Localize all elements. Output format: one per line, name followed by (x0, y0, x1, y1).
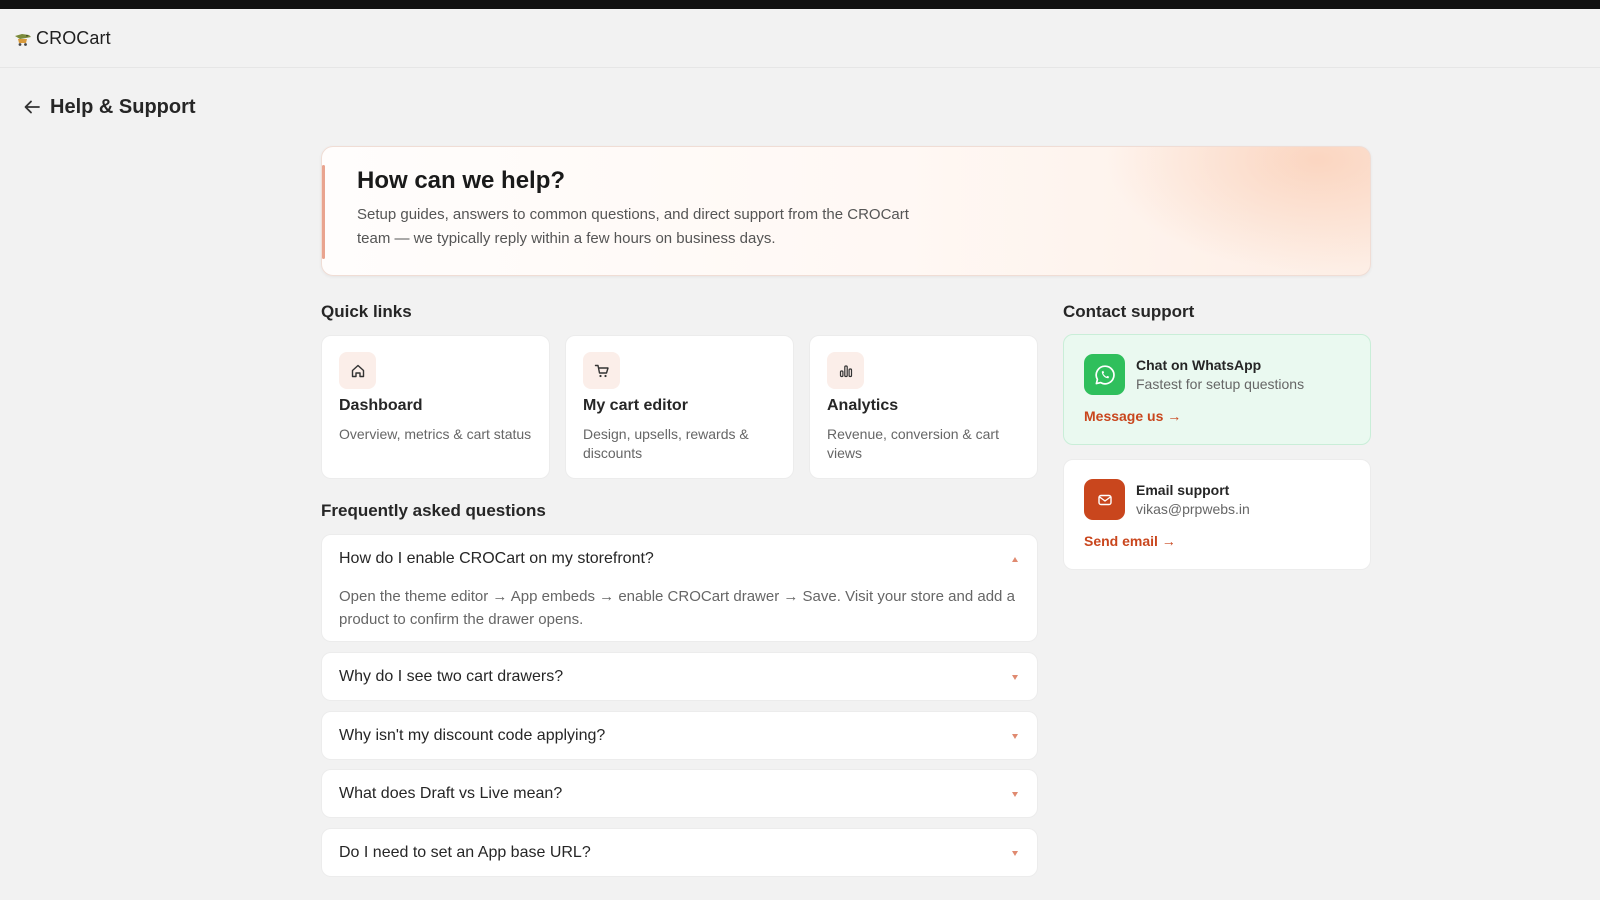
quick-links-heading: Quick links (321, 302, 412, 321)
hero-accent-bar (322, 165, 325, 259)
quick-link-description: Design, upsells, rewards & discounts (583, 426, 749, 461)
email-title: Email support (1136, 482, 1230, 498)
mail-icon (1084, 479, 1125, 520)
faq-question[interactable]: Do I need to set an App base URL? (339, 844, 591, 862)
email-address: vikas@prpwebs.in (1136, 501, 1250, 517)
quick-link-dashboard[interactable]: Dashboard Overview, metrics & cart statu… (321, 335, 550, 479)
faq-answer: Open the theme editor → App embeds → ena… (339, 588, 1015, 628)
send-email-link[interactable]: Send email → (1084, 533, 1176, 549)
hero-title: How can we help? (357, 167, 566, 194)
app-name: CROCart (36, 27, 111, 48)
help-hero-banner: How can we help? Setup guides, answers t… (321, 146, 1371, 276)
faq-item-draft-vs-live[interactable]: What does Draft vs Live mean? (321, 769, 1038, 818)
whatsapp-title: Chat on WhatsApp (1136, 357, 1262, 373)
quick-link-description: Revenue, conversion & cart views (827, 426, 999, 461)
bar-chart-icon (827, 352, 864, 389)
arrow-left-icon (24, 100, 40, 114)
faq-item-two-drawers[interactable]: Why do I see two cart drawers? (321, 652, 1038, 701)
faq-item-app-base-url[interactable]: Do I need to set an App base URL? (321, 828, 1038, 877)
quick-link-cart-editor[interactable]: My cart editor Design, upsells, rewards … (565, 335, 794, 479)
whatsapp-icon (1084, 354, 1125, 395)
chevron-down-icon[interactable] (1010, 789, 1020, 799)
window-top-strip (0, 0, 1600, 9)
faq-question[interactable]: How do I enable CROCart on my storefront… (339, 550, 654, 568)
faq-heading: Frequently asked questions (321, 501, 546, 520)
message-us-link[interactable]: Message us → (1084, 408, 1181, 424)
email-support-card: Email support vikas@prpwebs.in Send emai… (1063, 459, 1371, 570)
hero-description: Setup guides, answers to common question… (357, 206, 909, 247)
back-button[interactable] (22, 95, 42, 119)
chevron-down-icon[interactable] (1010, 731, 1020, 741)
cart-icon (583, 352, 620, 389)
home-icon (339, 352, 376, 389)
quick-link-description: Overview, metrics & cart status (339, 426, 532, 442)
faq-question[interactable]: Why do I see two cart drawers? (339, 668, 563, 686)
faq-item-enable-crocart[interactable]: How do I enable CROCart on my storefront… (321, 534, 1038, 642)
app-header: CROCart (0, 9, 1600, 68)
page-header: Help & Support (22, 90, 196, 124)
quick-link-title: My cart editor (583, 397, 688, 414)
quick-link-title: Analytics (827, 397, 899, 414)
page-title: Help & Support (50, 95, 196, 118)
contact-support-heading: Contact support (1063, 302, 1195, 321)
faq-item-discount-code[interactable]: Why isn't my discount code applying? (321, 711, 1038, 760)
chevron-down-icon[interactable] (1010, 848, 1020, 858)
chevron-down-icon[interactable] (1010, 672, 1020, 682)
faq-question[interactable]: Why isn't my discount code applying? (339, 727, 605, 745)
faq-question[interactable]: What does Draft vs Live mean? (339, 785, 562, 803)
crocodile-cart-logo-icon (14, 29, 32, 47)
quick-link-analytics[interactable]: Analytics Revenue, conversion & cart vie… (809, 335, 1038, 479)
chevron-up-icon[interactable] (1010, 554, 1020, 564)
quick-link-title: Dashboard (339, 397, 423, 414)
whatsapp-support-card: Chat on WhatsApp Fastest for setup quest… (1063, 334, 1371, 445)
whatsapp-subtitle: Fastest for setup questions (1136, 376, 1305, 392)
